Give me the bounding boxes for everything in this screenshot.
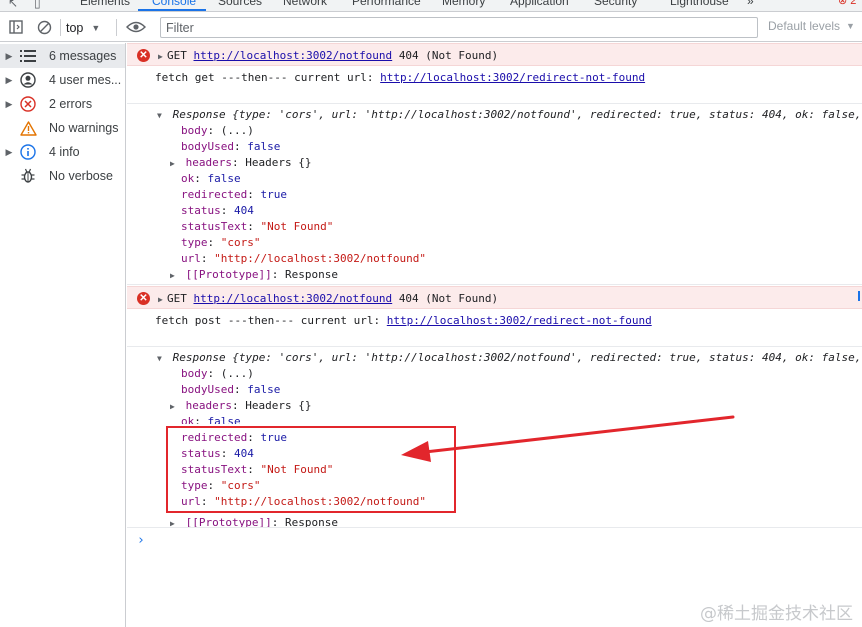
prop-prototype[interactable]: ▶ [[Prototype]]: Response [170, 515, 338, 527]
sidebar-item-warnings[interactable]: No warnings [0, 116, 125, 140]
sidebar-toggle-icon[interactable] [7, 18, 25, 36]
warning-icon [18, 118, 38, 138]
more-tabs-button[interactable]: » [747, 0, 754, 8]
console-sidebar: ▶ 6 messages ▶ 4 user mes... ▶ 2 errors … [0, 43, 126, 627]
prop-status: status: 404 [181, 204, 254, 217]
expand-arrow-icon[interactable]: ▶ [0, 75, 18, 86]
console-toolbar: top ▼ Default levels ▼ [0, 13, 862, 42]
prop-redirected: redirected: true [181, 188, 287, 201]
expand-arrow-icon[interactable]: ▶ [170, 399, 179, 415]
prop-ok: ok: false [181, 415, 241, 424]
expand-arrow-icon[interactable]: ▶ [158, 295, 167, 304]
live-expression-eye-icon[interactable] [125, 18, 147, 36]
expand-arrow-icon[interactable]: ▶ [170, 268, 179, 284]
tab-lighthouse[interactable]: Lighthouse [670, 0, 729, 8]
collapse-arrow-icon[interactable]: ▼ [157, 351, 166, 367]
tab-elements[interactable]: Elements [80, 0, 130, 8]
prop-prototype[interactable]: ▶ [[Prototype]]: Response [170, 267, 338, 283]
error-icon: ✕ [137, 292, 150, 305]
tab-network[interactable]: Network [283, 0, 327, 8]
console-log-message: fetch post ---then--- current url: http:… [127, 309, 862, 347]
active-tab-indicator [138, 9, 206, 11]
tab-console[interactable]: Console [152, 0, 196, 8]
clear-console-icon[interactable] [35, 18, 53, 36]
console-log-message: fetch get ---then--- current url: http:/… [127, 66, 862, 104]
expand-arrow-icon[interactable]: ▶ [170, 516, 179, 527]
prop-headers[interactable]: ▶ headers: Headers {} [170, 398, 311, 414]
sidebar-item-user-messages[interactable]: ▶ 4 user mes... [0, 68, 125, 92]
console-prompt[interactable]: › [137, 533, 145, 548]
sidebar-item-verbose[interactable]: No verbose [0, 164, 125, 188]
expand-arrow-icon[interactable]: ▶ [170, 156, 179, 172]
bug-icon [18, 166, 38, 186]
console-error-message[interactable]: ✕ ▶ GET http://localhost:3002/notfound 40… [127, 43, 862, 66]
sidebar-item-errors[interactable]: ▶ 2 errors [0, 92, 125, 116]
list-icon [18, 46, 38, 66]
tab-security[interactable]: Security [594, 0, 637, 8]
prop-headers[interactable]: ▶ headers: Headers {} [170, 155, 311, 171]
prop-bodyused: bodyUsed: false [181, 383, 281, 396]
toolbar-divider [60, 19, 61, 36]
annotation-highlight-box [166, 426, 456, 513]
inspect-element-icon[interactable]: ↖ [8, 0, 18, 10]
tab-sources[interactable]: Sources [218, 0, 262, 8]
prop-url: url: "http://localhost:3002/notfound" [181, 252, 427, 265]
chevron-down-icon: ▼ [846, 21, 855, 31]
log-levels-dropdown[interactable]: Default levels ▼ [768, 19, 855, 33]
expand-arrow-icon[interactable]: ▶ [0, 147, 18, 158]
tab-memory[interactable]: Memory [442, 0, 485, 8]
error-count-badge[interactable]: ⊗ 2 [838, 0, 856, 7]
prop-body[interactable]: body: (...) [181, 123, 254, 139]
error-icon [18, 94, 38, 114]
context-selector[interactable]: top ▼ [66, 18, 100, 37]
prop-type: type: "cors" [181, 236, 261, 249]
expand-arrow-icon[interactable]: ▶ [158, 52, 167, 61]
request-url-link[interactable]: http://localhost:3002/notfound [194, 49, 393, 62]
error-icon: ✕ [137, 49, 150, 62]
console-object-message: ▼ Response {type: 'cors', url: 'http://l… [127, 105, 862, 285]
prop-bodyused: bodyUsed: false [181, 140, 281, 153]
tab-performance[interactable]: Performance [352, 0, 421, 8]
device-toolbar-icon[interactable]: ▯ [34, 0, 41, 10]
user-icon [18, 70, 38, 90]
watermark: @稀土掘金技术社区 [700, 604, 853, 624]
devtools-tab-bar: ↖ ▯ Elements Console Sources Network Per… [0, 0, 862, 12]
console-error-message[interactable]: ✕ ▶ GET http://localhost:3002/notfound 40… [127, 286, 862, 309]
prop-ok: ok: false [181, 172, 241, 185]
request-url-link[interactable]: http://localhost:3002/notfound [194, 292, 393, 305]
sidebar-item-messages[interactable]: ▶ 6 messages [0, 44, 125, 68]
response-object-summary[interactable]: ▼ Response {type: 'cors', url: 'http://l… [157, 350, 861, 366]
expand-arrow-icon[interactable]: ▶ [0, 99, 18, 110]
info-icon [18, 142, 38, 162]
response-object-summary[interactable]: ▼ Response {type: 'cors', url: 'http://l… [157, 107, 861, 123]
sidebar-item-info[interactable]: ▶ 4 info [0, 140, 125, 164]
prop-body[interactable]: body: (...) [181, 366, 254, 382]
filter-input[interactable] [160, 17, 758, 38]
chevron-down-icon: ▼ [91, 22, 101, 33]
tab-application[interactable]: Application [510, 0, 569, 8]
source-link-marker[interactable] [858, 291, 860, 301]
redirect-url-link[interactable]: http://localhost:3002/redirect-not-found [387, 314, 652, 327]
prop-statustext: statusText: "Not Found" [181, 220, 334, 233]
redirect-url-link[interactable]: http://localhost:3002/redirect-not-found [380, 71, 645, 84]
console-output: ✕ ▶ GET http://localhost:3002/notfound 40… [127, 43, 862, 627]
expand-arrow-icon[interactable]: ▶ [0, 51, 18, 62]
error-badge-icon: ⊗ [838, 0, 848, 7]
collapse-arrow-icon[interactable]: ▼ [157, 108, 166, 124]
toolbar-divider [116, 19, 117, 36]
